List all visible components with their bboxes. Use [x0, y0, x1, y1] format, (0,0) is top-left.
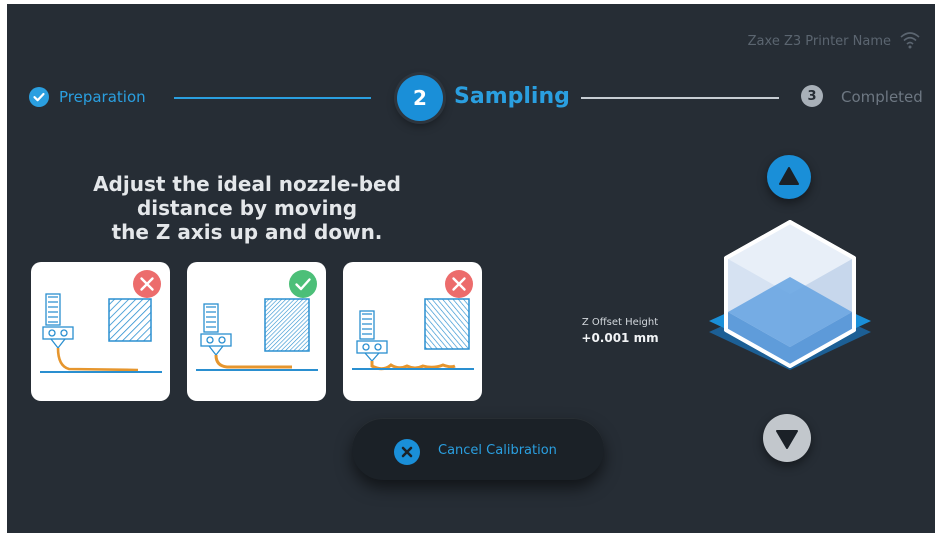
- step-sampling-number: 2: [397, 75, 443, 121]
- triangle-up-icon: [779, 167, 799, 185]
- check-circle-icon: [289, 270, 317, 298]
- z-down-button[interactable]: [763, 414, 811, 462]
- step-connector-completed: [174, 97, 371, 99]
- z-offset-label: Z Offset Height: [581, 317, 659, 328]
- triangle-down-icon: [776, 430, 798, 449]
- instruction-text: Adjust the ideal nozzle-bed distance by …: [93, 172, 401, 244]
- step-completed-number: 3: [801, 85, 823, 107]
- example-card-too-far: [31, 262, 170, 401]
- example-card-correct: [187, 262, 326, 401]
- cancel-calibration-label: Cancel Calibration: [438, 443, 557, 458]
- x-circle-icon: [445, 270, 473, 298]
- x-circle-icon: [394, 439, 420, 465]
- bed-cube-illustration: [709, 220, 871, 370]
- x-circle-icon: [133, 270, 161, 298]
- step-sampling-label: Sampling: [454, 84, 570, 109]
- step-preparation-label: Preparation: [59, 88, 146, 106]
- calibration-screen: Zaxe Z3 Printer Name Preparation 2 Sampl…: [7, 4, 935, 533]
- example-card-too-close: [343, 262, 482, 401]
- printer-name: Zaxe Z3 Printer Name: [747, 34, 891, 49]
- z-offset-value: +0.001 mm: [581, 331, 659, 345]
- step-completed-label: Completed: [841, 88, 923, 106]
- check-circle-icon: [29, 87, 49, 107]
- wifi-icon: [900, 32, 920, 49]
- step-connector-pending: [581, 97, 779, 99]
- z-up-button[interactable]: [767, 155, 811, 199]
- cancel-calibration-button[interactable]: Cancel Calibration: [352, 418, 604, 480]
